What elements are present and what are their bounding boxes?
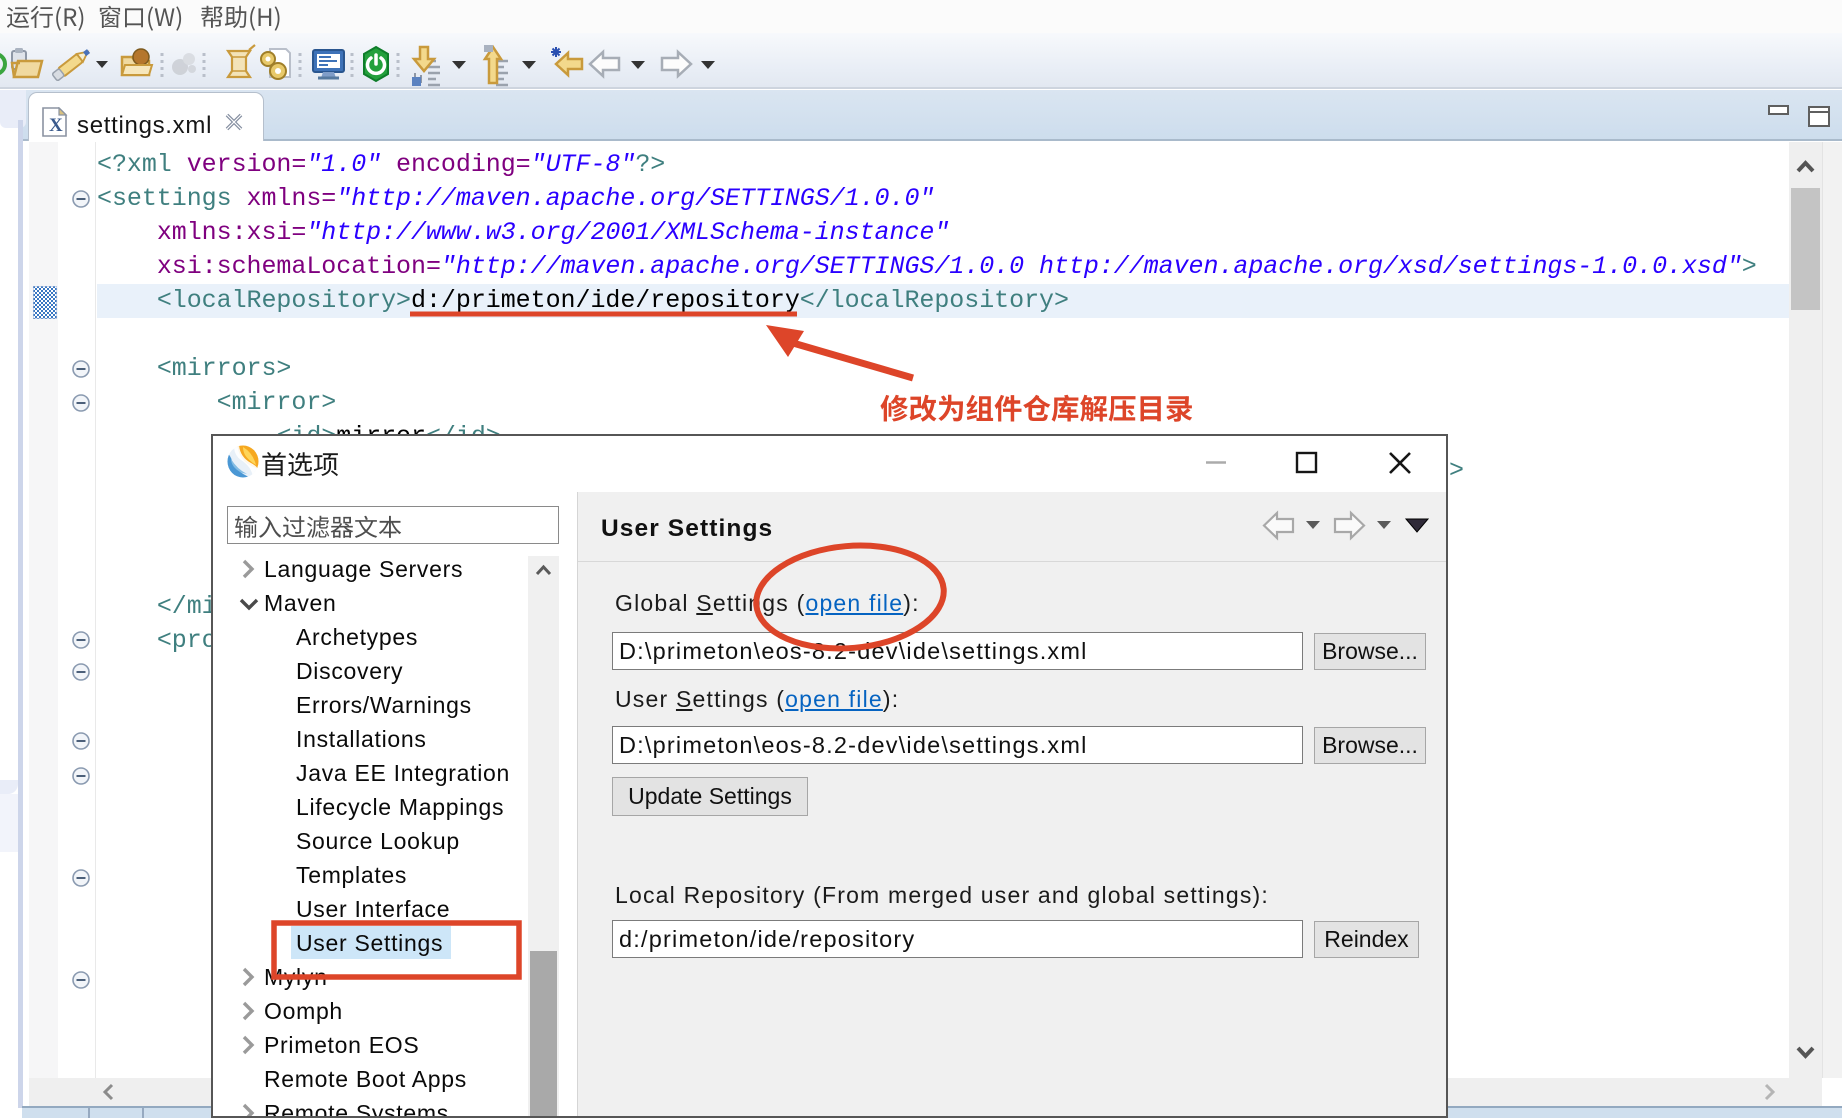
svg-text:X: X [49,115,63,136]
